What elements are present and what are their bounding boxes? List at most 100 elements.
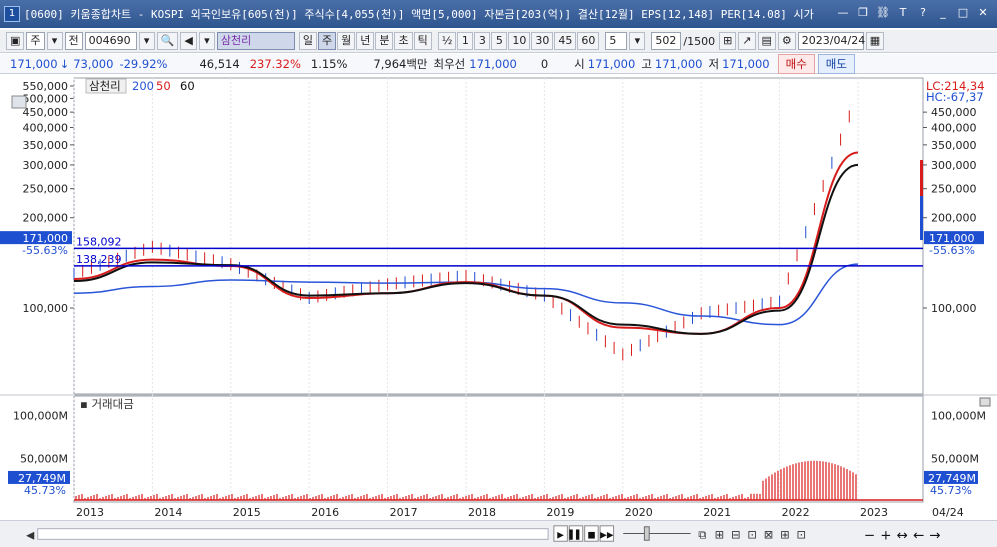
y-tick-label-right: 350,000 xyxy=(931,139,977,152)
chevron-down-icon[interactable]: ▾ xyxy=(46,32,63,50)
y-tick-label-right: 300,000 xyxy=(931,159,977,172)
y-tick-label-right: 200,000 xyxy=(931,212,977,225)
interval-button-4[interactable]: 10 xyxy=(508,32,531,50)
scroll-left-icon[interactable]: ◀ xyxy=(26,529,35,541)
interval-button-5[interactable]: 30 xyxy=(531,32,554,50)
playback-icon-2: ■ xyxy=(587,530,595,540)
volume-panel-title: ▪ 거래대금 xyxy=(80,397,134,411)
price-chart[interactable]: 550,000500,000450,000400,000350,000300,0… xyxy=(0,76,997,519)
trade-amount: 7,964백만 xyxy=(373,56,428,71)
low-value: 171,000 xyxy=(722,56,770,71)
y-tick-label-left: 550,000 xyxy=(23,80,69,93)
interval-buttons: ½ 1 3 5 10 30 45 60 xyxy=(437,32,600,50)
footer-nav-icon-1[interactable]: + xyxy=(880,527,891,543)
minimize-window-icon[interactable]: _ xyxy=(935,5,951,21)
count-input[interactable]: 502 xyxy=(651,32,682,50)
chart-scrollbar[interactable]: ◀ ▶ ▌▌ ■ ▶▶ ⧉ ⊞ ⊟ ⊡ ⊠ ⊞ ⊡ − + ↔ ← → xyxy=(0,520,997,547)
current-pct-left: -55.63% xyxy=(22,244,68,257)
buy-button[interactable]: 매수 xyxy=(777,53,815,74)
stock-code-input[interactable]: 004690 xyxy=(84,32,137,50)
current-pct-right: -55.63% xyxy=(929,244,975,257)
help-icon[interactable]: ? xyxy=(915,5,931,21)
market-select[interactable]: 주 xyxy=(26,32,45,50)
playback-icon-1: ▌▌ xyxy=(568,528,582,540)
best-bid: 171,000 xyxy=(469,56,517,71)
app-icon[interactable]: 1 xyxy=(4,6,20,22)
y-tick-label-left: 200,000 xyxy=(23,212,69,225)
footer-tool-icon-1[interactable]: ⊞ xyxy=(715,527,725,541)
period-tab-4[interactable]: 분 xyxy=(375,32,394,50)
footer-tool-icon-5[interactable]: ⊞ xyxy=(780,527,790,541)
interval-button-6[interactable]: 45 xyxy=(554,32,577,50)
footer-tool-icon-0[interactable]: ⧉ xyxy=(698,527,707,541)
y-tick-label-right: 250,000 xyxy=(931,183,977,196)
type-select[interactable]: 전 xyxy=(64,32,83,50)
x-tick-label: 2013 xyxy=(76,506,104,519)
open-value: 171,000 xyxy=(587,56,636,71)
code-dropdown-icon[interactable]: ▾ xyxy=(138,32,155,50)
date-input[interactable]: 2023/04/24 xyxy=(797,32,865,50)
volume: 46,514 xyxy=(199,56,240,71)
footer-nav-icon-4[interactable]: → xyxy=(929,527,940,543)
legend-ma-60[interactable]: 60 xyxy=(180,79,195,93)
footer-nav-icon-3[interactable]: ← xyxy=(913,527,924,543)
y-tick-label-left: 450,000 xyxy=(23,106,69,119)
volume-panel-close-icon[interactable] xyxy=(979,397,991,407)
footer-tool-icon-2[interactable]: ⊟ xyxy=(731,527,741,541)
legend-ma-200[interactable]: 200 xyxy=(132,79,154,93)
sell-button[interactable]: 매도 xyxy=(817,53,855,74)
x-tick-label: 2015 xyxy=(233,506,261,519)
maximize-icon[interactable]: □ xyxy=(955,5,971,21)
period-tab-3[interactable]: 년 xyxy=(356,32,375,50)
interval-button-0[interactable]: ½ xyxy=(437,32,457,50)
y-tick-label-right: 450,000 xyxy=(931,106,977,119)
x-tick-label: 2017 xyxy=(390,506,418,519)
volume-pct-right: 45.73% xyxy=(930,484,972,497)
turnover: 1.15% xyxy=(310,56,348,71)
interval-button-3[interactable]: 5 xyxy=(491,32,508,50)
legend-ma-50[interactable]: 50 xyxy=(156,79,171,93)
price-change: 73,000 xyxy=(73,56,114,71)
interval-button-7[interactable]: 60 xyxy=(577,32,600,50)
y-tick-label-left: 100,000 xyxy=(23,302,69,315)
y-tick-label-left: 300,000 xyxy=(23,159,69,172)
x-tick-label: 2018 xyxy=(468,506,496,519)
footer-nav-icon-2[interactable]: ↔ xyxy=(897,527,908,543)
restore-icon[interactable]: ❐ xyxy=(855,5,871,21)
footer-nav-icon-0[interactable]: − xyxy=(864,527,875,543)
layout-icon[interactable]: ▣ xyxy=(6,32,25,50)
playback-icon-3: ▶▶ xyxy=(600,530,614,540)
footer-tool-icon-4[interactable]: ⊠ xyxy=(764,527,774,541)
draw-icon[interactable]: ↗ xyxy=(738,32,756,50)
period-tab-0[interactable]: 일 xyxy=(298,32,317,50)
minimize-icon[interactable]: — xyxy=(835,5,851,21)
speaker-dropdown-icon[interactable]: ▾ xyxy=(198,32,215,50)
link-icon[interactable]: ⛓ xyxy=(875,5,891,21)
interval-dropdown-icon[interactable]: ▾ xyxy=(629,32,646,50)
interval-button-2[interactable]: 3 xyxy=(474,32,491,50)
down-arrow-icon: ↓ xyxy=(59,56,70,71)
calendar-icon[interactable]: ▦ xyxy=(865,32,885,50)
hline2-label: 138,239 xyxy=(76,253,122,266)
pin-icon[interactable]: T xyxy=(895,5,911,21)
zoom-icon[interactable]: ⊞ xyxy=(719,32,737,50)
settings-icon[interactable]: ⚙ xyxy=(777,32,796,50)
zoom-slider-thumb[interactable] xyxy=(643,526,650,541)
range-marker-blue xyxy=(920,196,923,240)
period-tab-5[interactable]: 초 xyxy=(394,32,413,50)
playback-icon-0: ▶ xyxy=(557,530,564,540)
close-icon[interactable]: ✕ xyxy=(975,5,991,21)
interval-button-1[interactable]: 1 xyxy=(457,32,474,50)
scroll-track[interactable] xyxy=(37,528,549,540)
period-tab-1[interactable]: 주 xyxy=(317,32,337,50)
interval-input[interactable]: 5 xyxy=(605,32,628,50)
search-icon[interactable]: 🔍 xyxy=(156,32,179,50)
panel-grid-icon[interactable] xyxy=(11,95,27,109)
period-tab-6[interactable]: 틱 xyxy=(413,32,432,50)
save-icon[interactable]: ▤ xyxy=(757,32,776,50)
footer-tool-icon-3[interactable]: ⊡ xyxy=(747,527,757,541)
stock-name-field[interactable]: 삼천리 xyxy=(216,32,295,50)
footer-tool-icon-6[interactable]: ⊡ xyxy=(797,527,807,541)
period-tab-2[interactable]: 월 xyxy=(337,32,356,50)
speaker-icon[interactable]: ◀ xyxy=(180,32,197,50)
